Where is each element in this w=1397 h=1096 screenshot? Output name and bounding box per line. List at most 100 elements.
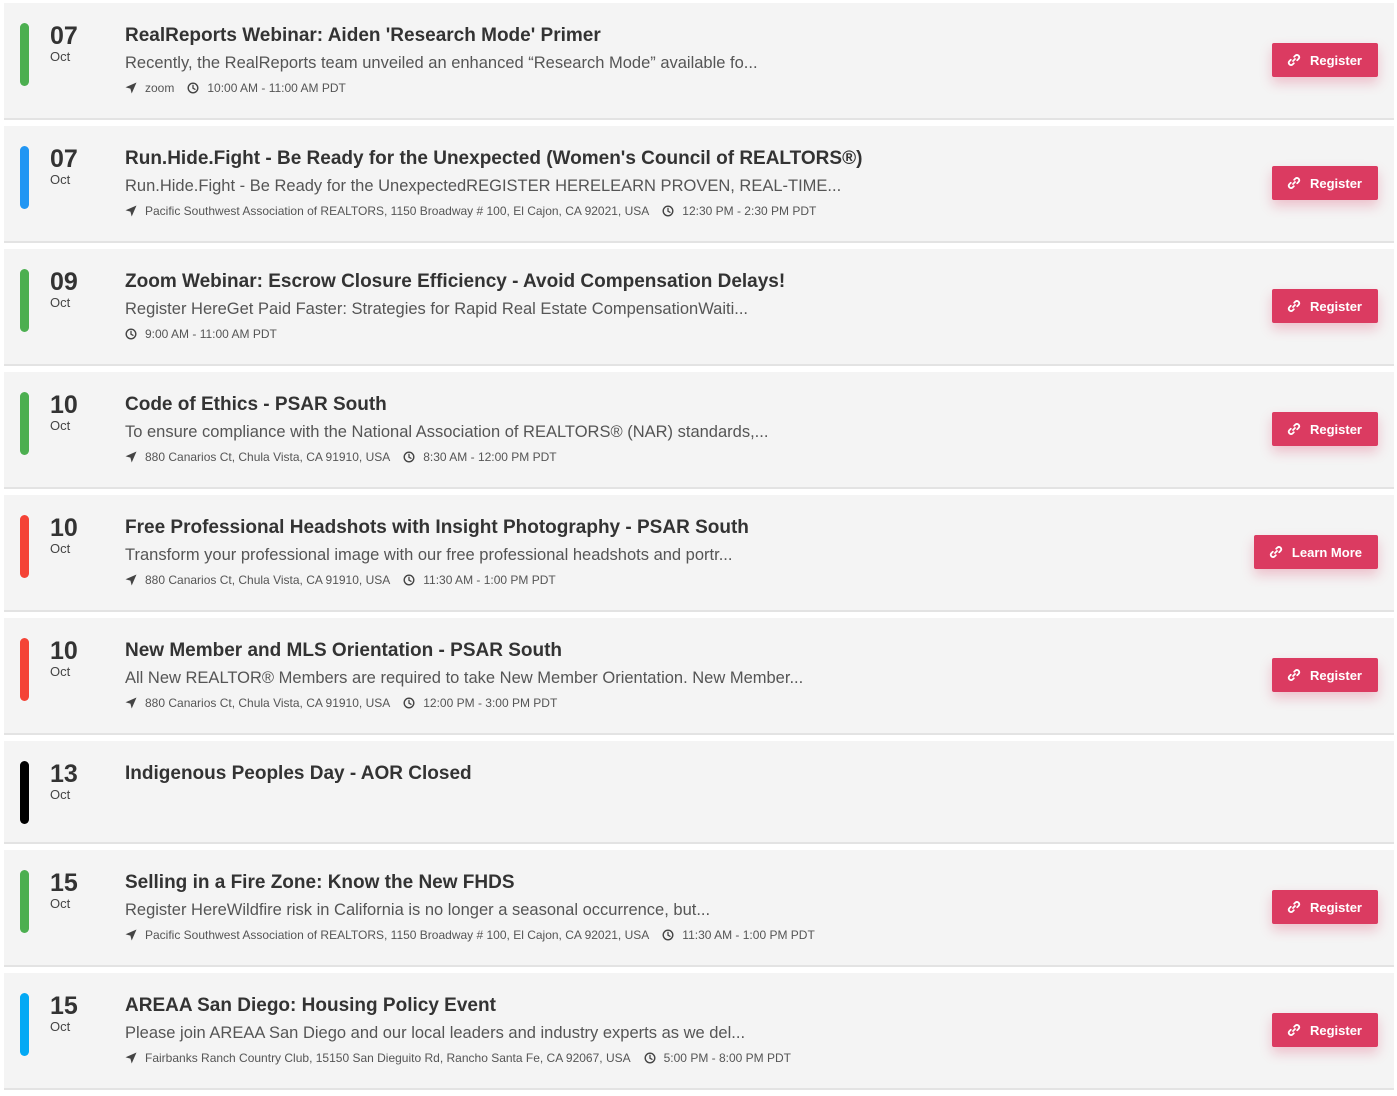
event-card[interactable]: 10 Oct Free Professional Headshots with … bbox=[4, 495, 1394, 612]
clock-icon bbox=[644, 1052, 656, 1064]
event-day: 10 bbox=[50, 514, 78, 542]
event-day: 15 bbox=[50, 869, 78, 897]
event-card[interactable]: 10 Oct Code of Ethics - PSAR South To en… bbox=[4, 372, 1394, 489]
event-title[interactable]: New Member and MLS Orientation - PSAR So… bbox=[125, 639, 562, 663]
event-location-text: 880 Canarios Ct, Chula Vista, CA 91910, … bbox=[145, 573, 391, 587]
event-card[interactable]: 07 Oct RealReports Webinar: Aiden 'Resea… bbox=[4, 3, 1394, 120]
event-day: 15 bbox=[50, 992, 78, 1020]
event-time: 11:30 AM - 1:00 PM PDT bbox=[403, 573, 556, 587]
event-color-bar bbox=[20, 146, 29, 209]
register-button[interactable]: Register bbox=[1271, 890, 1378, 924]
event-card[interactable]: 09 Oct Zoom Webinar: Escrow Closure Effi… bbox=[4, 249, 1394, 366]
event-description: Register HereWildfire risk in California… bbox=[125, 901, 711, 919]
event-time: 11:30 AM - 1:00 PM PDT bbox=[662, 928, 815, 942]
location-arrow-icon bbox=[125, 82, 137, 94]
event-title[interactable]: AREAA San Diego: Housing Policy Event bbox=[125, 994, 496, 1018]
event-month: Oct bbox=[50, 1019, 71, 1034]
register-button[interactable]: Register bbox=[1271, 43, 1378, 77]
register-button[interactable]: Register bbox=[1271, 166, 1378, 200]
register-button-label: Register bbox=[1309, 667, 1362, 683]
register-button[interactable]: Register bbox=[1271, 1013, 1378, 1047]
event-location: Pacific Southwest Association of REALTOR… bbox=[125, 928, 649, 942]
location-arrow-icon bbox=[125, 929, 137, 941]
event-location: 880 Canarios Ct, Chula Vista, CA 91910, … bbox=[125, 450, 390, 464]
event-meta: Pacific Southwest Association of REALTOR… bbox=[125, 928, 828, 942]
event-meta: Fairbanks Ranch Country Club, 15150 San … bbox=[125, 1051, 804, 1065]
event-time: 12:30 PM - 2:30 PM PDT bbox=[662, 204, 816, 218]
event-time-text: 12:00 PM - 3:00 PM PDT bbox=[423, 696, 558, 710]
event-month: Oct bbox=[50, 896, 71, 911]
event-day: 10 bbox=[50, 637, 78, 665]
event-title[interactable]: Indigenous Peoples Day - AOR Closed bbox=[125, 762, 472, 786]
link-icon bbox=[1287, 900, 1301, 914]
event-time-text: 5:00 PM - 8:00 PM PDT bbox=[663, 1051, 792, 1065]
event-title[interactable]: Selling in a Fire Zone: Know the New FHD… bbox=[125, 871, 515, 895]
register-button-label: Register bbox=[1309, 421, 1362, 437]
event-time-text: 11:30 AM - 1:00 PM PDT bbox=[423, 573, 556, 587]
event-month: Oct bbox=[50, 418, 71, 433]
event-title[interactable]: Zoom Webinar: Escrow Closure Efficiency … bbox=[125, 270, 785, 294]
event-location: zoom bbox=[125, 81, 174, 95]
event-color-bar bbox=[20, 392, 29, 455]
event-card[interactable]: 15 Oct Selling in a Fire Zone: Know the … bbox=[4, 850, 1394, 967]
event-time: 12:00 PM - 3:00 PM PDT bbox=[403, 696, 557, 710]
register-button-label: Register bbox=[1309, 1022, 1362, 1038]
register-button[interactable]: Register bbox=[1271, 289, 1378, 323]
link-icon bbox=[1287, 176, 1301, 190]
event-month: Oct bbox=[50, 787, 71, 802]
event-month: Oct bbox=[50, 295, 71, 310]
event-list: 07 Oct RealReports Webinar: Aiden 'Resea… bbox=[4, 3, 1394, 1096]
location-arrow-icon bbox=[125, 451, 137, 463]
register-button-label: Register bbox=[1309, 899, 1362, 915]
event-time: 8:30 AM - 12:00 PM PDT bbox=[403, 450, 557, 464]
event-card[interactable]: 15 Oct AREAA San Diego: Housing Policy E… bbox=[4, 973, 1394, 1090]
event-day: 13 bbox=[50, 760, 78, 788]
clock-icon bbox=[662, 929, 674, 941]
event-card[interactable]: 07 Oct Run.Hide.Fight - Be Ready for the… bbox=[4, 126, 1394, 243]
event-location-text: Pacific Southwest Association of REALTOR… bbox=[145, 204, 650, 218]
event-location-text: zoom bbox=[145, 81, 175, 95]
event-time: 10:00 AM - 11:00 AM PDT bbox=[187, 81, 346, 95]
learn-more-button[interactable]: Learn More bbox=[1253, 535, 1378, 569]
event-description: To ensure compliance with the National A… bbox=[125, 423, 769, 441]
clock-icon bbox=[403, 574, 415, 586]
event-title[interactable]: Free Professional Headshots with Insight… bbox=[125, 516, 749, 540]
event-month: Oct bbox=[50, 541, 71, 556]
location-arrow-icon bbox=[125, 574, 137, 586]
event-title[interactable]: Code of Ethics - PSAR South bbox=[125, 393, 387, 417]
clock-icon bbox=[125, 328, 137, 340]
event-title[interactable]: Run.Hide.Fight - Be Ready for the Unexpe… bbox=[125, 147, 862, 171]
event-color-bar bbox=[20, 761, 29, 824]
register-button-label: Register bbox=[1309, 52, 1362, 68]
event-color-bar bbox=[20, 269, 29, 332]
event-time: 9:00 AM - 11:00 AM PDT bbox=[125, 327, 277, 341]
register-button[interactable]: Register bbox=[1271, 412, 1378, 446]
link-icon bbox=[1287, 668, 1301, 682]
event-description: Recently, the RealReports team unveiled … bbox=[125, 54, 758, 72]
location-arrow-icon bbox=[125, 697, 137, 709]
event-month: Oct bbox=[50, 49, 71, 64]
event-time-text: 10:00 AM - 11:00 AM PDT bbox=[207, 81, 346, 95]
event-day: 07 bbox=[50, 22, 78, 50]
event-card[interactable]: 13 Oct Indigenous Peoples Day - AOR Clos… bbox=[4, 741, 1394, 844]
event-meta: 9:00 AM - 11:00 AM PDT bbox=[125, 327, 290, 341]
event-location: Pacific Southwest Association of REALTOR… bbox=[125, 204, 649, 218]
location-arrow-icon bbox=[125, 1052, 137, 1064]
event-description: All New REALTOR® Members are required to… bbox=[125, 669, 804, 687]
event-meta: 880 Canarios Ct, Chula Vista, CA 91910, … bbox=[125, 573, 569, 587]
clock-icon bbox=[403, 451, 415, 463]
clock-icon bbox=[187, 82, 199, 94]
register-button-label: Register bbox=[1309, 298, 1362, 314]
event-day: 10 bbox=[50, 391, 78, 419]
event-card[interactable]: 10 Oct New Member and MLS Orientation - … bbox=[4, 618, 1394, 735]
register-button[interactable]: Register bbox=[1271, 658, 1378, 692]
event-title[interactable]: RealReports Webinar: Aiden 'Research Mod… bbox=[125, 24, 601, 48]
event-time-text: 9:00 AM - 11:00 AM PDT bbox=[145, 327, 277, 341]
event-meta: 880 Canarios Ct, Chula Vista, CA 91910, … bbox=[125, 450, 570, 464]
event-day: 07 bbox=[50, 145, 78, 173]
event-location-text: Fairbanks Ranch Country Club, 15150 San … bbox=[145, 1051, 631, 1065]
event-time: 5:00 PM - 8:00 PM PDT bbox=[644, 1051, 791, 1065]
event-color-bar bbox=[20, 23, 29, 86]
event-description: Run.Hide.Fight - Be Ready for the Unexpe… bbox=[125, 177, 842, 195]
event-location-text: Pacific Southwest Association of REALTOR… bbox=[145, 928, 650, 942]
